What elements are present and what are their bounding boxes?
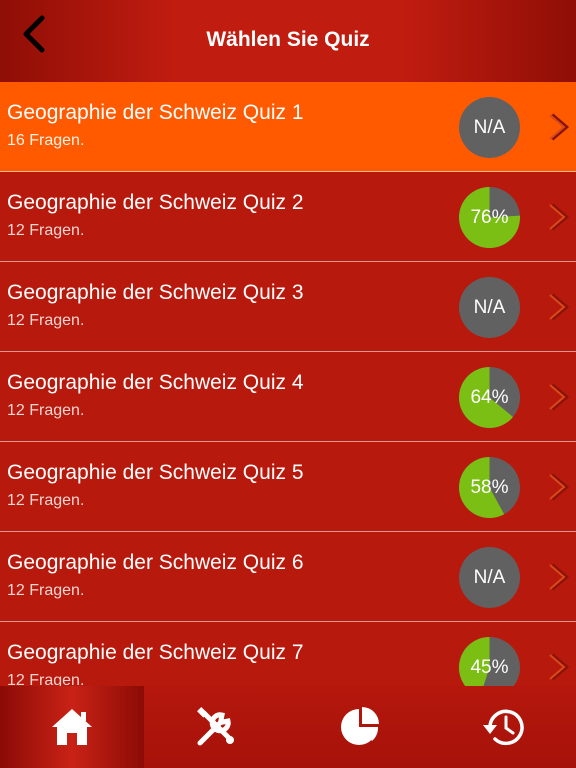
- score-badge: 58%: [459, 457, 520, 518]
- chevron-right-icon: [549, 113, 570, 141]
- quiz-list[interactable]: Geographie der Schweiz Quiz 1 16 Fragen.…: [0, 82, 576, 686]
- score-label: N/A: [473, 116, 506, 138]
- page-title: Wählen Sie Quiz: [206, 28, 370, 51]
- score-label: 64%: [470, 386, 509, 408]
- score-badge: 76%: [459, 187, 520, 248]
- score-badge: N/A: [459, 97, 520, 158]
- tools-icon: [197, 707, 234, 746]
- quiz-question-count: 16 Fragen.: [7, 132, 85, 149]
- list-item[interactable]: Geographie der Schweiz Quiz 3 12 Fragen.…: [0, 262, 576, 352]
- list-item[interactable]: Geographie der Schweiz Quiz 2 12 Fragen.…: [0, 172, 576, 262]
- chevron-right-icon: [549, 203, 570, 231]
- home-icon: [52, 709, 92, 745]
- list-item[interactable]: Geographie der Schweiz Quiz 1 16 Fragen.…: [0, 82, 576, 172]
- quiz-title: Geographie der Schweiz Quiz 1: [7, 101, 304, 124]
- pie-chart-icon: [341, 707, 379, 745]
- quiz-title: Geographie der Schweiz Quiz 2: [7, 191, 304, 214]
- quiz-title: Geographie der Schweiz Quiz 3: [7, 281, 304, 304]
- tab-home[interactable]: [0, 686, 144, 768]
- chevron-right-icon: [549, 563, 570, 591]
- quiz-title: Geographie der Schweiz Quiz 5: [7, 461, 304, 484]
- nav-header: Wählen Sie Quiz: [0, 0, 576, 82]
- quiz-question-count: 12 Fragen.: [7, 492, 85, 509]
- score-badge: 64%: [459, 367, 520, 428]
- chevron-right-icon: [549, 383, 570, 411]
- chevron-right-icon: [549, 473, 570, 501]
- history-icon: [483, 709, 524, 746]
- score-badge: 45%: [459, 637, 520, 686]
- chevron-right-icon: [549, 653, 570, 681]
- score-badge: N/A: [459, 547, 520, 608]
- score-label: 76%: [470, 206, 509, 228]
- score-label: N/A: [473, 296, 506, 318]
- quiz-title: Geographie der Schweiz Quiz 7: [7, 641, 304, 664]
- quiz-question-count: 12 Fragen.: [7, 312, 85, 329]
- tab-bar: [0, 686, 576, 768]
- score-label: 58%: [470, 476, 509, 498]
- score-label: N/A: [473, 566, 506, 588]
- quiz-title: Geographie der Schweiz Quiz 6: [7, 551, 304, 574]
- quiz-title: Geographie der Schweiz Quiz 4: [7, 371, 304, 394]
- list-item[interactable]: Geographie der Schweiz Quiz 5 12 Fragen.…: [0, 442, 576, 532]
- quiz-question-count: 12 Fragen.: [7, 582, 85, 599]
- quiz-question-count: 12 Fragen.: [7, 402, 85, 419]
- list-item[interactable]: Geographie der Schweiz Quiz 4 12 Fragen.…: [0, 352, 576, 442]
- quiz-question-count: 12 Fragen.: [7, 672, 85, 686]
- chevron-right-icon: [549, 293, 570, 321]
- list-item[interactable]: Geographie der Schweiz Quiz 6 12 Fragen.…: [0, 532, 576, 622]
- quiz-question-count: 12 Fragen.: [7, 222, 85, 239]
- list-item[interactable]: Geographie der Schweiz Quiz 7 12 Fragen.…: [0, 622, 576, 686]
- tab-stats[interactable]: [288, 686, 432, 768]
- score-badge: N/A: [459, 277, 520, 338]
- tab-history[interactable]: [432, 686, 576, 768]
- tab-tools[interactable]: [144, 686, 288, 768]
- score-label: 45%: [470, 656, 509, 678]
